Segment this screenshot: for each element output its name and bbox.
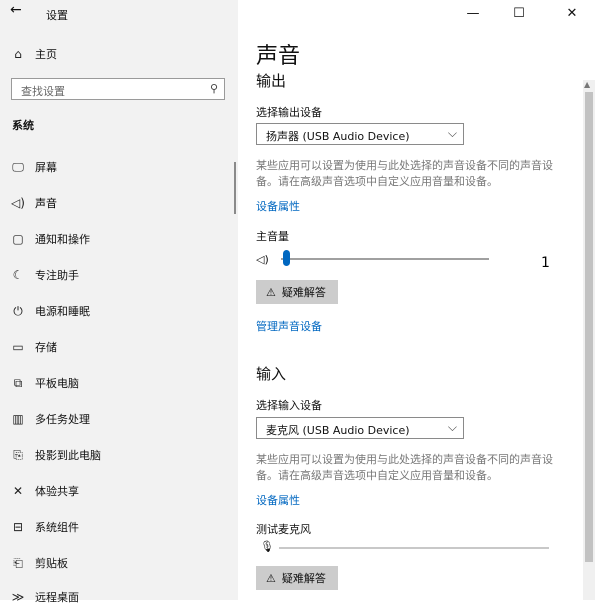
speaker-icon[interactable]: ◁) — [256, 253, 269, 266]
sidebar-item-multitasking[interactable]: ▥ 多任务处理 — [0, 402, 238, 436]
warning-icon: ⚠ — [266, 285, 276, 299]
sidebar-item-label: 主页 — [35, 48, 57, 61]
minimize-button[interactable]: — — [450, 0, 496, 26]
page-title: 声音 — [256, 44, 301, 69]
manage-sound-devices-link[interactable]: 管理声音设备 — [256, 318, 322, 334]
sidebar-item-home[interactable]: ⌂ 主页 — [0, 37, 238, 71]
sidebar-item-label: 剪贴板 — [35, 557, 68, 570]
volume-value: 1 — [541, 255, 550, 271]
chevron-down-icon: ⌵ — [447, 126, 457, 140]
microphone-icon: 🎙 — [260, 540, 274, 553]
back-arrow-icon[interactable]: ← — [10, 2, 22, 18]
search-placeholder: 查找设置 — [21, 85, 65, 98]
storage-icon: ▭ — [12, 340, 24, 354]
warning-icon: ⚠ — [266, 571, 276, 585]
scrollbar-thumb[interactable] — [585, 92, 593, 562]
output-device-value: 扬声器 (USB Audio Device) — [266, 130, 410, 143]
sidebar-item-label: 系统组件 — [35, 521, 79, 534]
maximize-button[interactable]: ☐ — [496, 0, 542, 26]
search-icon[interactable]: ⚲ — [210, 82, 218, 95]
input-device-value: 麦克风 (USB Audio Device) — [266, 424, 410, 437]
sidebar-item-label: 投影到此电脑 — [35, 449, 101, 462]
home-icon: ⌂ — [14, 47, 22, 61]
output-description: 某些应用可以设置为使用与此处选择的声音设备不同的声音设备。请在高级声音选项中自定… — [256, 159, 553, 188]
output-device-dropdown[interactable]: 扬声器 (USB Audio Device) ⌵ — [256, 123, 464, 145]
sidebar-item-tablet[interactable]: ⧉ 平板电脑 — [0, 366, 238, 400]
sidebar-item-label: 屏幕 — [35, 161, 57, 174]
scroll-up-icon[interactable]: ▲ — [584, 80, 590, 89]
output-device-label: 选择输出设备 — [256, 106, 322, 119]
close-button[interactable]: ✕ — [549, 0, 595, 26]
multitasking-icon: ▥ — [12, 412, 24, 426]
sidebar-item-system-components[interactable]: ⊟ 系统组件 — [0, 510, 238, 544]
sidebar-item-clipboard[interactable]: ⎗ 剪贴板 — [0, 546, 238, 580]
sidebar-item-storage[interactable]: ▭ 存储 — [0, 330, 238, 364]
tablet-icon: ⧉ — [13, 375, 23, 390]
sidebar-item-shared-experiences[interactable]: ✕ 体验共享 — [0, 474, 238, 508]
volume-slider-thumb[interactable] — [283, 250, 291, 266]
input-heading: 输入 — [256, 365, 287, 383]
output-device-properties-link[interactable]: 设备属性 — [256, 198, 300, 214]
sidebar-item-display[interactable]: 🖵 屏幕 — [0, 150, 238, 184]
microphone-level-bar — [279, 547, 549, 549]
master-volume-label: 主音量 — [256, 230, 289, 243]
input-device-label: 选择输入设备 — [256, 399, 322, 412]
input-device-dropdown[interactable]: 麦克风 (USB Audio Device) ⌵ — [256, 417, 464, 439]
sidebar-item-label: 存储 — [35, 341, 57, 354]
share-icon: ✕ — [12, 484, 24, 498]
app-title: 设置 — [46, 9, 68, 22]
main-scrollbar[interactable]: ▲ — [583, 80, 595, 600]
notification-icon: ▢ — [12, 232, 24, 246]
sidebar-item-remote-desktop[interactable]: ≫ 远程桌面 — [0, 580, 238, 614]
sidebar-item-notifications[interactable]: ▢ 通知和操作 — [0, 222, 238, 256]
remote-desktop-icon: ≫ — [11, 590, 25, 604]
output-heading: 输出 — [256, 72, 287, 90]
power-icon: ⏻ — [13, 303, 23, 318]
main-content: — ☐ ✕ 声音 输出 选择输出设备 扬声器 (USB Audio Device… — [238, 0, 595, 600]
sidebar-item-label: 电源和睡眠 — [35, 305, 90, 318]
sidebar-item-label: 通知和操作 — [35, 233, 90, 246]
search-input[interactable]: 查找设置 ⚲ — [11, 78, 225, 100]
sidebar-item-label: 专注助手 — [35, 269, 79, 282]
speaker-icon: ◁) — [11, 196, 25, 210]
input-troubleshoot-button[interactable]: ⚠ 疑难解答 — [256, 566, 338, 590]
input-description: 某些应用可以设置为使用与此处选择的声音设备不同的声音设备。请在高级声音选项中自定… — [256, 453, 553, 482]
chevron-down-icon: ⌵ — [447, 420, 457, 434]
troubleshoot-label: 疑难解答 — [281, 572, 326, 585]
sidebar-item-power[interactable]: ⏻ 电源和睡眠 — [0, 294, 238, 328]
output-troubleshoot-button[interactable]: ⚠ 疑难解答 — [256, 280, 338, 304]
sidebar-item-label: 声音 — [35, 197, 57, 210]
troubleshoot-label: 疑难解答 — [281, 286, 326, 299]
section-label: 系统 — [12, 119, 34, 132]
sidebar: ← 设置 ⌂ 主页 查找设置 ⚲ 系统 🖵 屏幕 ◁) 声音 ▢ 通知和操作 ☾… — [0, 0, 238, 604]
sidebar-item-projecting[interactable]: ⎘ 投影到此电脑 — [0, 438, 238, 472]
input-device-properties-link[interactable]: 设备属性 — [256, 492, 300, 508]
components-icon: ⊟ — [12, 520, 24, 534]
sidebar-item-focus-assist[interactable]: ☾ 专注助手 — [0, 258, 238, 292]
sidebar-item-label: 多任务处理 — [35, 413, 90, 426]
sidebar-item-label: 远程桌面 — [35, 591, 79, 604]
sidebar-item-label: 平板电脑 — [35, 377, 79, 390]
monitor-icon: 🖵 — [12, 159, 24, 174]
volume-slider-track[interactable] — [281, 258, 489, 260]
project-icon: ⎘ — [13, 447, 23, 462]
moon-icon: ☾ — [12, 268, 24, 282]
sidebar-item-label: 体验共享 — [35, 485, 79, 498]
sidebar-item-sound[interactable]: ◁) 声音 — [0, 186, 238, 220]
sidebar-scrollbar[interactable] — [234, 162, 236, 214]
clipboard-icon: ⎗ — [13, 555, 23, 570]
test-microphone-label: 测试麦克风 — [256, 523, 311, 536]
